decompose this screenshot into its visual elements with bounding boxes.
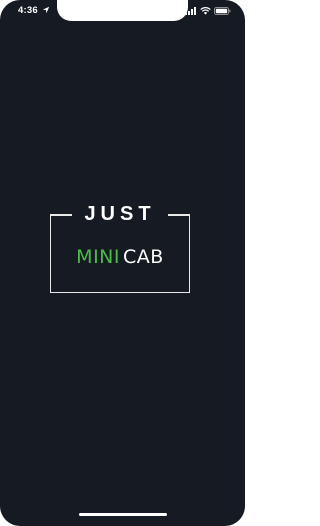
logo-frame-top-left	[50, 214, 72, 216]
device-notch	[57, 0, 188, 21]
logo-word-line2: MINI CAB	[50, 246, 190, 268]
battery-icon	[214, 6, 231, 15]
logo-word-cab: CAB	[123, 246, 164, 268]
logo-frame-top-right	[168, 214, 190, 216]
logo-word-mini: MINI	[76, 246, 120, 268]
status-icons	[185, 6, 231, 15]
status-time: 4:36	[18, 5, 38, 16]
wifi-icon	[200, 6, 211, 15]
home-indicator[interactable]	[79, 513, 167, 516]
location-arrow-icon	[42, 6, 50, 14]
app-logo: JUST MINI CAB	[50, 192, 190, 293]
logo-word-just: JUST	[84, 203, 156, 225]
splash-screen: 4:36 JUST MINI CAB	[0, 0, 245, 526]
